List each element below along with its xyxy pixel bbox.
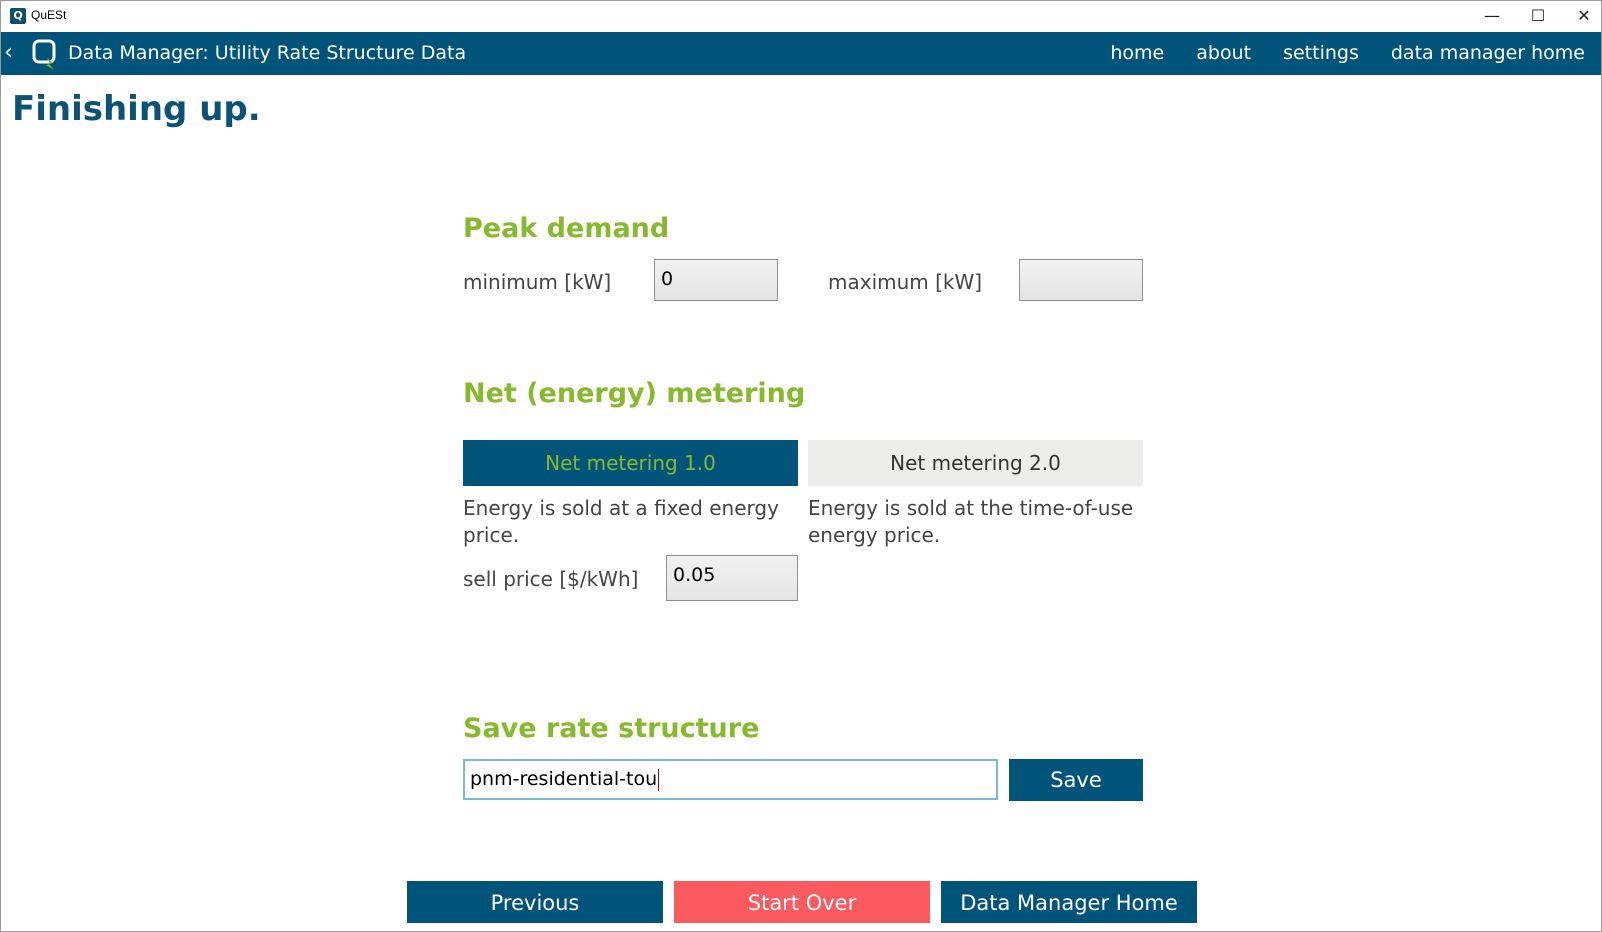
- nav-title: Data Manager: Utility Rate Structure Dat…: [68, 42, 467, 64]
- minimize-button[interactable]: —: [1469, 1, 1515, 31]
- start-over-button[interactable]: Start Over: [674, 881, 930, 923]
- maximum-kw-input[interactable]: [1019, 259, 1143, 301]
- app-icon: Q: [10, 8, 26, 24]
- rate-structure-name-input[interactable]: pnm-residential-tou: [463, 759, 998, 800]
- data-manager-home-button[interactable]: Data Manager Home: [941, 881, 1197, 923]
- previous-button[interactable]: Previous: [407, 881, 663, 923]
- tab-net-metering-2[interactable]: Net metering 2.0: [808, 440, 1143, 486]
- peak-demand-heading: Peak demand: [463, 213, 670, 244]
- nav-link-home[interactable]: home: [1110, 42, 1164, 64]
- save-button[interactable]: Save: [1009, 759, 1143, 801]
- minimum-kw-input[interactable]: 0: [654, 259, 778, 301]
- window-title: QuESt: [31, 8, 67, 22]
- nav-link-settings[interactable]: settings: [1283, 42, 1359, 64]
- nav-link-data-manager-home[interactable]: data manager home: [1391, 42, 1585, 64]
- net-metering-2-description: Energy is sold at the time-of-use energy…: [808, 496, 1134, 547]
- quest-logo-icon: [32, 39, 56, 70]
- sell-price-input[interactable]: 0.05: [666, 555, 798, 601]
- text-caret: [658, 768, 660, 791]
- nav-links: home about settings data manager home: [1110, 42, 1585, 64]
- rate-structure-name-value: pnm-residential-tou: [470, 768, 658, 790]
- nav-bar: ‹ Data Manager: Utility Rate Structure D…: [1, 32, 1601, 75]
- back-arrow-icon[interactable]: ‹: [4, 40, 13, 66]
- app-window: Q QuESt — ☐ ✕ ‹ Data Manager: Utility Ra…: [0, 0, 1602, 932]
- title-bar: Q QuESt — ☐ ✕: [1, 1, 1601, 31]
- tab-net-metering-1[interactable]: Net metering 1.0: [463, 440, 798, 486]
- save-rate-structure-heading: Save rate structure: [463, 713, 760, 744]
- page-title: Finishing up.: [12, 89, 261, 129]
- close-button[interactable]: ✕: [1561, 1, 1601, 31]
- maximum-kw-label: maximum [kW]: [828, 270, 983, 294]
- minimum-kw-label: minimum [kW]: [463, 270, 612, 294]
- nav-link-about[interactable]: about: [1196, 42, 1251, 64]
- maximize-button[interactable]: ☐: [1515, 1, 1561, 31]
- net-metering-heading: Net (energy) metering: [463, 378, 806, 409]
- sell-price-label: sell price [$/kWh]: [463, 567, 639, 591]
- net-metering-1-description: Energy is sold at a fixed energy price.: [463, 496, 779, 547]
